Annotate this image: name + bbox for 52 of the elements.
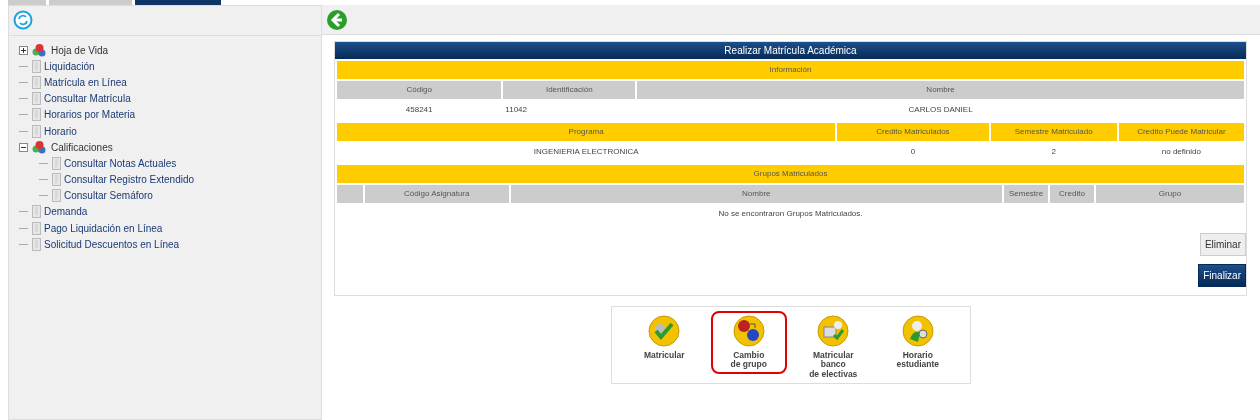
refresh-icon[interactable] [13, 10, 33, 30]
page-icon [32, 205, 41, 219]
tree-item[interactable]: Consultar Registro Extendido [64, 172, 195, 188]
tree-item[interactable]: Calificaciones [51, 139, 113, 155]
checkmark-person-icon [648, 315, 681, 347]
tree-item[interactable]: Consultar Matrícula [44, 91, 131, 107]
page-icon [32, 221, 41, 235]
section-heading: Información [337, 61, 1244, 79]
minus-icon[interactable] [19, 142, 28, 152]
action-button[interactable]: Horario estudiante [879, 311, 956, 374]
tree-item[interactable]: Horarios por Materia [44, 107, 136, 123]
column-header: Credito [1050, 185, 1094, 203]
delete-button[interactable]: Eliminar [1199, 233, 1246, 256]
tree-item[interactable]: Consultar Notas Actuales [64, 155, 177, 171]
page-icon [32, 124, 41, 138]
page-icon [32, 92, 41, 106]
spheres-icon [32, 43, 47, 58]
page-icon [32, 237, 41, 251]
tree-item[interactable]: Solicitud Descuentos en Línea [44, 236, 180, 252]
column-header: Código Asignatura [365, 185, 509, 203]
tree-item[interactable]: Matrícula en Línea [44, 74, 127, 90]
section-heading: Grupos Matriculados [337, 165, 1244, 183]
page-icon [52, 173, 61, 187]
finalize-button[interactable]: Finalizar [1198, 264, 1246, 287]
column-header: Semestre Matriculado [990, 123, 1117, 141]
action-button[interactable]: Matricular banco de electivas [795, 311, 872, 384]
page-icon [32, 75, 41, 89]
column-header: Nombre [510, 185, 1003, 203]
page-icon [32, 108, 41, 122]
column-header: Código [337, 81, 502, 99]
page-icon [52, 189, 61, 203]
tree-item[interactable]: Consultar Semáforo [64, 188, 153, 204]
column-header: Grupo [1095, 185, 1244, 203]
tree-item[interactable]: Horario [44, 123, 77, 139]
page-icon [52, 156, 61, 170]
panel-title: Realizar Matrícula Académica [335, 42, 1246, 59]
spheres-icon [32, 140, 47, 155]
column-header: Identificación [503, 81, 636, 99]
column-header: Credito Puede Matricular [1118, 123, 1244, 141]
plus-icon[interactable] [19, 45, 28, 55]
column-header: Programa [337, 123, 836, 141]
tree-item[interactable]: Liquidación [44, 58, 95, 74]
tree-item[interactable]: Demanda [44, 204, 88, 220]
tree-item[interactable]: Pago Liquidación en Línea [44, 220, 163, 236]
column-header: Credito Matriculados [837, 123, 989, 141]
person-clock-icon [901, 315, 934, 347]
tree-item[interactable]: Hoja de Vida [51, 42, 109, 58]
action-button[interactable]: Matricular [626, 311, 703, 365]
action-button[interactable]: Cambio de grupo [710, 311, 787, 374]
column-header: Semestre [1004, 185, 1049, 203]
column-header: Nombre [637, 81, 1244, 99]
page-icon [32, 59, 41, 73]
